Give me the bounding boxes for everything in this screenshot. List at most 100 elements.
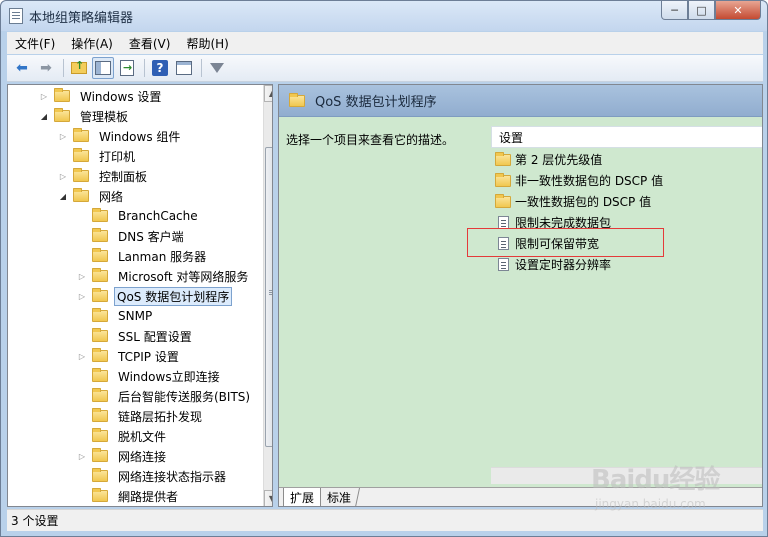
tree-item-label: Lanman 服务器 [118, 249, 207, 264]
collapse-arrow-icon[interactable]: ◢ [57, 190, 69, 202]
title-bar[interactable]: 本地组策略编辑器 ─ □ ✕ [1, 1, 767, 31]
export-list-icon[interactable] [116, 57, 138, 79]
tab-standard[interactable]: 标准 [318, 488, 361, 506]
tree-item-label: 管理模板 [80, 109, 129, 124]
watermark-logo: Baidu经验 [591, 465, 720, 495]
toolbar-separator [201, 59, 202, 77]
toolbar-separator [63, 59, 64, 77]
tree-item-windows-components[interactable]: ▷ Windows 组件 [57, 126, 184, 146]
settings-item-label: 非一致性数据包的 DSCP 值 [515, 174, 664, 188]
tree-item-network-connections[interactable]: ▷ 网络连接 [76, 446, 170, 466]
folder-icon [73, 128, 89, 142]
tree-item-admin-templates[interactable]: ◢ 管理模板 [38, 106, 132, 126]
tree-item-tcpip-settings[interactable]: ▷ TCPIP 设置 [76, 346, 183, 366]
up-folder-icon[interactable] [68, 57, 90, 79]
back-icon[interactable]: ⬅ [11, 57, 33, 79]
tree-item-label: TCPIP 设置 [118, 349, 179, 364]
settings-list-item[interactable]: 一致性数据包的 DSCP 值 [495, 191, 651, 212]
menu-file[interactable]: 文件(F) [7, 35, 63, 52]
tree-item-windows-settings[interactable]: ▷ Windows 设置 [38, 86, 165, 106]
expand-arrow-icon[interactable]: ▷ [57, 170, 69, 182]
collapse-arrow-icon[interactable]: ◢ [38, 110, 50, 122]
properties-icon[interactable] [173, 57, 195, 79]
expand-arrow-icon[interactable]: ▷ [76, 290, 88, 302]
tree-item-control-panel[interactable]: ▷ 控制面板 [57, 166, 151, 186]
filter-icon[interactable] [206, 57, 228, 79]
folder-icon [73, 188, 89, 202]
folder-icon [92, 428, 108, 442]
tree-item-label: QoS 数据包计划程序 [114, 286, 233, 306]
tree-item-printers[interactable]: 打印机 [57, 146, 139, 166]
tree-item-offline-files[interactable]: 脱机文件 [76, 426, 170, 446]
settings-list-item[interactable]: 设置定时器分辨率 [495, 254, 611, 275]
folder-icon [92, 308, 108, 322]
tree-item-microsoft-p2p[interactable]: ▷ Microsoft 对等网络服务 [76, 266, 252, 286]
expand-arrow-icon[interactable]: ▷ [76, 450, 88, 462]
folder-icon [495, 172, 511, 187]
close-button[interactable]: ✕ [715, 1, 761, 20]
toolbar-separator [144, 59, 145, 77]
tree-item-label: 打印机 [99, 149, 136, 164]
tree-item-network-provider[interactable]: 網路提供者 [76, 486, 182, 506]
tree-item-label: 网络连接 [118, 449, 167, 464]
window-title: 本地组策略编辑器 [29, 11, 134, 26]
tree-item-ssl-config[interactable]: SSL 配置设置 [76, 326, 196, 346]
folder-icon [92, 408, 108, 422]
toolbar: ⬅ ➡ ? [7, 55, 763, 82]
tree-item-label: 网络 [99, 189, 124, 204]
status-text: 3 个设置 [11, 514, 59, 528]
folder-icon [92, 448, 108, 462]
tree-item-branchcache[interactable]: BranchCache [76, 206, 202, 226]
scrollbar-thumb[interactable] [265, 147, 272, 447]
minimize-button[interactable]: ─ [661, 1, 688, 20]
tree-item-ncsi[interactable]: 网络连接状态指示器 [76, 466, 230, 486]
expand-arrow-icon[interactable]: ▷ [76, 350, 88, 362]
folder-icon [92, 228, 108, 242]
tree-item-network[interactable]: ◢ 网络 [57, 186, 127, 206]
tree-vertical-scrollbar[interactable]: ▲ ▼ [263, 85, 272, 506]
folder-icon [92, 288, 108, 302]
tree-item-snmp[interactable]: SNMP [76, 306, 156, 326]
tree-item-label: Microsoft 对等网络服务 [118, 269, 249, 284]
expand-arrow-icon[interactable]: ▷ [76, 270, 88, 282]
watermark-url: jingyan.baidu.com [595, 497, 706, 511]
tree-item-windows-connect-now[interactable]: Windows立即连接 [76, 366, 224, 386]
tree-item-dns-client[interactable]: DNS 客户端 [76, 226, 188, 246]
expand-arrow-icon[interactable]: ▷ [38, 90, 50, 102]
tree-item-label: 网络连接状态指示器 [118, 469, 227, 484]
folder-icon [92, 388, 108, 402]
tree-item-label: 控制面板 [99, 169, 148, 184]
tree-item-lltd[interactable]: 链路层拓扑发现 [76, 406, 206, 426]
tree-item-label: 網路提供者 [118, 489, 179, 504]
folder-icon [495, 193, 511, 208]
folder-icon [73, 148, 89, 162]
menu-action[interactable]: 操作(A) [63, 35, 121, 52]
tree-item-lanman-server[interactable]: Lanman 服务器 [76, 246, 210, 266]
window-controls: ─ □ ✕ [661, 1, 761, 21]
menu-help[interactable]: 帮助(H) [178, 35, 236, 52]
forward-icon[interactable]: ➡ [35, 57, 57, 79]
tree-item-qos-scheduler[interactable]: ▷ QoS 数据包计划程序 [76, 286, 233, 306]
show-tree-icon[interactable] [92, 57, 114, 79]
maximize-button[interactable]: □ [688, 1, 715, 20]
folder-icon [92, 368, 108, 382]
settings-list-item[interactable]: 非一致性数据包的 DSCP 值 [495, 170, 663, 191]
help-icon[interactable]: ? [149, 57, 171, 79]
tree-pane[interactable]: ▷ Windows 设置 ◢ 管理模板 ▷ Windows 组件 打印机 ▷ 控… [7, 84, 273, 507]
scroll-down-icon[interactable]: ▼ [264, 490, 272, 506]
settings-list-item[interactable]: 第 2 层优先级值 [495, 149, 602, 170]
tab-extended[interactable]: 扩展 [283, 488, 322, 506]
folder-icon [92, 348, 108, 362]
tree-item-bits[interactable]: 后台智能传送服务(BITS) [76, 386, 254, 406]
scroll-up-icon[interactable]: ▲ [264, 85, 272, 102]
tree-item-label: 链路层拓扑发现 [118, 409, 203, 424]
expand-arrow-icon[interactable]: ▷ [57, 130, 69, 142]
tab-standard-label: 标准 [327, 491, 352, 505]
column-header-setting[interactable]: 设置 [491, 126, 762, 148]
folder-icon [92, 488, 108, 502]
tree-item-label: Windows 设置 [80, 89, 162, 104]
folder-icon [289, 92, 305, 107]
folder-icon [54, 108, 70, 122]
menu-view[interactable]: 查看(V) [121, 35, 179, 52]
tree-item-label: BranchCache [118, 209, 198, 223]
